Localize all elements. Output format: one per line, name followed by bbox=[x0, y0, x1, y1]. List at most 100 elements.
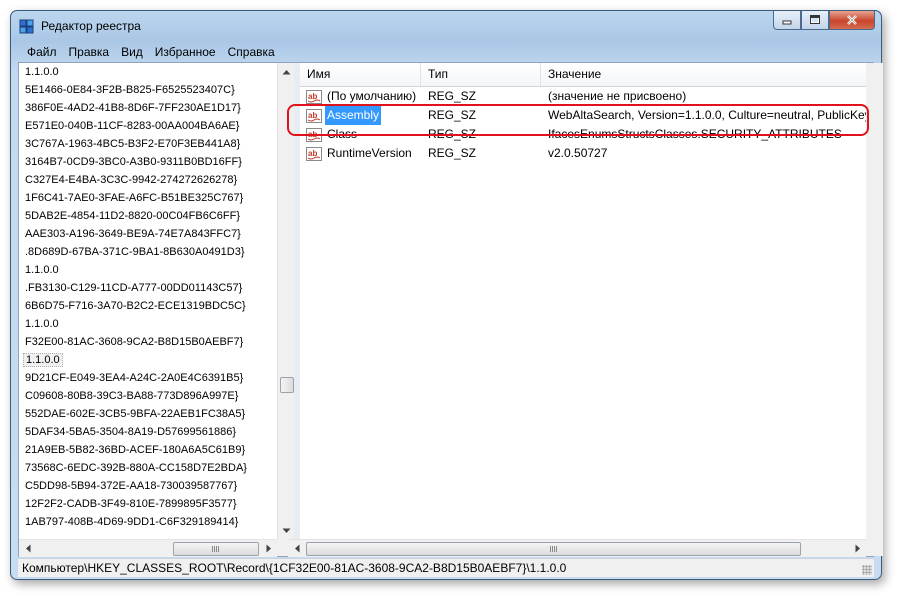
tree-item[interactable]: C5DD98-5B94-372E-AA18-730039587767} bbox=[19, 477, 277, 495]
value-name: RuntimeVersion bbox=[327, 146, 412, 160]
scroll-down-arrow[interactable] bbox=[278, 522, 295, 539]
registry-editor-icon bbox=[19, 19, 34, 34]
value-name: Class bbox=[327, 127, 358, 141]
tree-item[interactable]: .FB3130-C129-11CD-A777-00DD01143C57} bbox=[19, 279, 277, 297]
string-value-icon: ab bbox=[306, 146, 322, 161]
tree-item[interactable]: E571E0-040B-11CF-8283-00AA004BA6AE} bbox=[19, 117, 277, 135]
tree-item-label: E571E0-040B-11CF-8283-00AA004BA6AE} bbox=[25, 120, 240, 132]
list-row[interactable]: ab Class REG_SZ IfacesEnumsStructsClasses.S… bbox=[300, 125, 866, 144]
tree-item-label: 1.1.0.0 bbox=[25, 264, 59, 276]
list-horizontal-scrollbar[interactable] bbox=[288, 539, 866, 557]
tree-item[interactable]: AAE303-A196-3649-BE9A-74E7A843FFC7} bbox=[19, 225, 277, 243]
client-area: 1.1.0.0 5E1466-0E84-3F2B-B825-F6525523407… bbox=[18, 62, 883, 557]
tree-item[interactable]: 6B6D75-F716-3A70-B2C2-ECE1319BDC5C} bbox=[19, 297, 277, 315]
menu-bar: Файл Правка Вид Избранное Справка bbox=[18, 42, 874, 61]
tree-item-label: F32E00-81AC-3608-9CA2-B8D15B0AEBF7} bbox=[25, 336, 244, 348]
maximize-icon bbox=[810, 15, 820, 24]
tree-item[interactable]: 73568C-6EDC-392B-880A-CC158D7E2BDA} bbox=[19, 459, 277, 477]
tree-item-label: 6B6D75-F716-3A70-B2C2-ECE1319BDC5C} bbox=[25, 300, 246, 312]
tree-item[interactable]: .8D689D-67BA-371C-9BA1-8B630A0491D3} bbox=[19, 243, 277, 261]
tree-item-label: .8D689D-67BA-371C-9BA1-8B630A0491D3} bbox=[25, 246, 245, 258]
tree-item-label: 5E1466-0E84-3F2B-B825-F6525523407C} bbox=[25, 84, 235, 96]
tree-item-label: 552DAE-602E-3CB5-9BFA-22AEB1FC38A5} bbox=[25, 408, 246, 420]
registry-editor-window: Редактор реестра Файл Правка Вид Избранн… bbox=[10, 10, 883, 580]
tree-item[interactable]: 1F6C41-7AE0-3FAE-A6FC-B51BE325C767} bbox=[19, 189, 277, 207]
chevron-right-icon bbox=[855, 544, 860, 553]
value-name: (По умолчанию) bbox=[327, 89, 417, 103]
value-data: IfacesEnumsStructsClasses.SECURITY_ATTRI… bbox=[548, 127, 842, 141]
list-scrollbar-corner bbox=[866, 539, 883, 556]
close-button[interactable] bbox=[829, 11, 875, 30]
tree-item[interactable]: 3164B7-0CD9-3BC0-A3B0-9311B0BD16FF} bbox=[19, 153, 277, 171]
minimize-icon bbox=[782, 20, 792, 25]
minimize-button[interactable] bbox=[773, 11, 801, 30]
tree-item-label: 5DAF34-5BA5-3504-8A19-D57699561886} bbox=[25, 426, 236, 438]
scroll-up-arrow[interactable] bbox=[278, 63, 295, 80]
tree-item[interactable]: 1AB797-408B-4D69-9DD1-C6F329189414} bbox=[19, 513, 277, 531]
tree-item-label: 21A9EB-5B82-36BD-ACEF-180A6A5C61B9} bbox=[25, 444, 246, 456]
chevron-left-icon bbox=[25, 544, 30, 553]
value-data: v2.0.50727 bbox=[548, 146, 608, 160]
tree-item-label: C09608-80B8-39C3-BA88-773D896A997E} bbox=[25, 390, 239, 402]
list-vertical-scrollbar[interactable] bbox=[866, 63, 883, 539]
resize-grip[interactable] bbox=[862, 565, 872, 575]
value-type: REG_SZ bbox=[428, 89, 477, 103]
tree-item-label: 1AB797-408B-4D69-9DD1-C6F329189414} bbox=[25, 516, 239, 528]
list-scroll-left-arrow[interactable] bbox=[288, 540, 305, 557]
tree-item[interactable]: 1.1.0.0 bbox=[19, 351, 277, 369]
key-tree-list: 1.1.0.0 5E1466-0E84-3F2B-B825-F6525523407… bbox=[19, 63, 277, 531]
tree-vertical-scroll-thumb[interactable] bbox=[280, 377, 294, 393]
maximize-button[interactable] bbox=[801, 11, 829, 30]
title-bar[interactable]: Редактор реестра bbox=[11, 11, 881, 41]
tree-item[interactable]: 1.1.0.0 bbox=[19, 261, 277, 279]
list-scroll-right-arrow[interactable] bbox=[849, 540, 866, 557]
tree-item[interactable]: 5E1466-0E84-3F2B-B825-F6525523407C} bbox=[19, 81, 277, 99]
tree-item-label: 9D21CF-E049-3EA4-A24C-2A0E4C6391B5} bbox=[25, 372, 244, 384]
window-title: Редактор реестра bbox=[41, 19, 141, 33]
list-horizontal-scroll-thumb[interactable] bbox=[306, 542, 801, 556]
tree-item[interactable]: 3C767A-1963-4BC5-B3F2-E70F3EB441A8} bbox=[19, 135, 277, 153]
tree-item[interactable]: 386F0E-4AD2-41B8-8D6F-7FF230AE1D17} bbox=[19, 99, 277, 117]
value-type: REG_SZ bbox=[428, 127, 477, 141]
menu-help[interactable]: Справка bbox=[222, 45, 281, 59]
tree-item[interactable]: C327E4-E4BA-3C3C-9942-274272626278} bbox=[19, 171, 277, 189]
column-header-value[interactable]: Значение bbox=[541, 63, 866, 86]
tree-item-label: C327E4-E4BA-3C3C-9942-274272626278} bbox=[25, 174, 238, 186]
tree-item-label: .FB3130-C129-11CD-A777-00DD01143C57} bbox=[25, 282, 243, 294]
tree-item[interactable]: 21A9EB-5B82-36BD-ACEF-180A6A5C61B9} bbox=[19, 441, 277, 459]
tree-item-label: 73568C-6EDC-392B-880A-CC158D7E2BDA} bbox=[25, 462, 247, 474]
tree-item[interactable]: 5DAB2E-4854-11D2-8820-00C04FB6C6FF} bbox=[19, 207, 277, 225]
chevron-right-icon bbox=[266, 544, 271, 553]
tree-item[interactable]: C09608-80B8-39C3-BA88-773D896A997E} bbox=[19, 387, 277, 405]
tree-item-label: 386F0E-4AD2-41B8-8D6F-7FF230AE1D17} bbox=[25, 102, 241, 114]
values-list[interactable]: Имя Тип Значение ab (По умолчанию) REG_SZ (… bbox=[300, 63, 866, 539]
menu-edit[interactable]: Правка bbox=[63, 45, 116, 59]
tree-horizontal-scroll-thumb[interactable] bbox=[173, 542, 259, 556]
menu-favorites[interactable]: Избранное bbox=[149, 45, 222, 59]
tree-item[interactable]: 1.1.0.0 bbox=[19, 315, 277, 333]
column-header-type[interactable]: Тип bbox=[421, 63, 541, 86]
list-row[interactable]: ab Assembly REG_SZ WebAltaSearch, Version=1… bbox=[300, 106, 866, 125]
tree-vertical-scrollbar[interactable] bbox=[277, 63, 295, 539]
list-row[interactable]: ab RuntimeVersion REG_SZ v2.0.50727 bbox=[300, 144, 866, 163]
menu-file[interactable]: Файл bbox=[18, 45, 63, 59]
tree-item[interactable]: 5DAF34-5BA5-3504-8A19-D57699561886} bbox=[19, 423, 277, 441]
value-type: REG_SZ bbox=[428, 146, 477, 160]
scroll-right-arrow[interactable] bbox=[260, 540, 277, 557]
list-row[interactable]: ab (По умолчанию) REG_SZ (значение не присв… bbox=[300, 87, 866, 106]
tree-item[interactable]: F32E00-81AC-3608-9CA2-B8D15B0AEBF7} bbox=[19, 333, 277, 351]
tree-item[interactable]: 1.1.0.0 bbox=[19, 63, 277, 81]
status-path: Компьютер\HKEY_CLASSES_ROOT\Record\{1CF3… bbox=[22, 561, 567, 575]
tree-item[interactable]: 12F2F2-CADB-3F49-810E-7899895F3577} bbox=[19, 495, 277, 513]
key-tree[interactable]: 1.1.0.0 5E1466-0E84-3F2B-B825-F6525523407… bbox=[19, 63, 277, 556]
value-name: Assembly bbox=[325, 106, 382, 125]
tree-item[interactable]: 9D21CF-E049-3EA4-A24C-2A0E4C6391B5} bbox=[19, 369, 277, 387]
tree-item-label: 12F2F2-CADB-3F49-810E-7899895F3577} bbox=[25, 498, 237, 510]
menu-view[interactable]: Вид bbox=[115, 45, 149, 59]
tree-item-label: C5DD98-5B94-372E-AA18-730039587767} bbox=[25, 480, 238, 492]
tree-horizontal-scrollbar[interactable] bbox=[19, 539, 277, 557]
value-name-cell: ab Assembly bbox=[306, 106, 421, 125]
column-header-name[interactable]: Имя bbox=[300, 63, 421, 86]
scroll-left-arrow[interactable] bbox=[19, 540, 36, 557]
tree-item[interactable]: 552DAE-602E-3CB5-9BFA-22AEB1FC38A5} bbox=[19, 405, 277, 423]
